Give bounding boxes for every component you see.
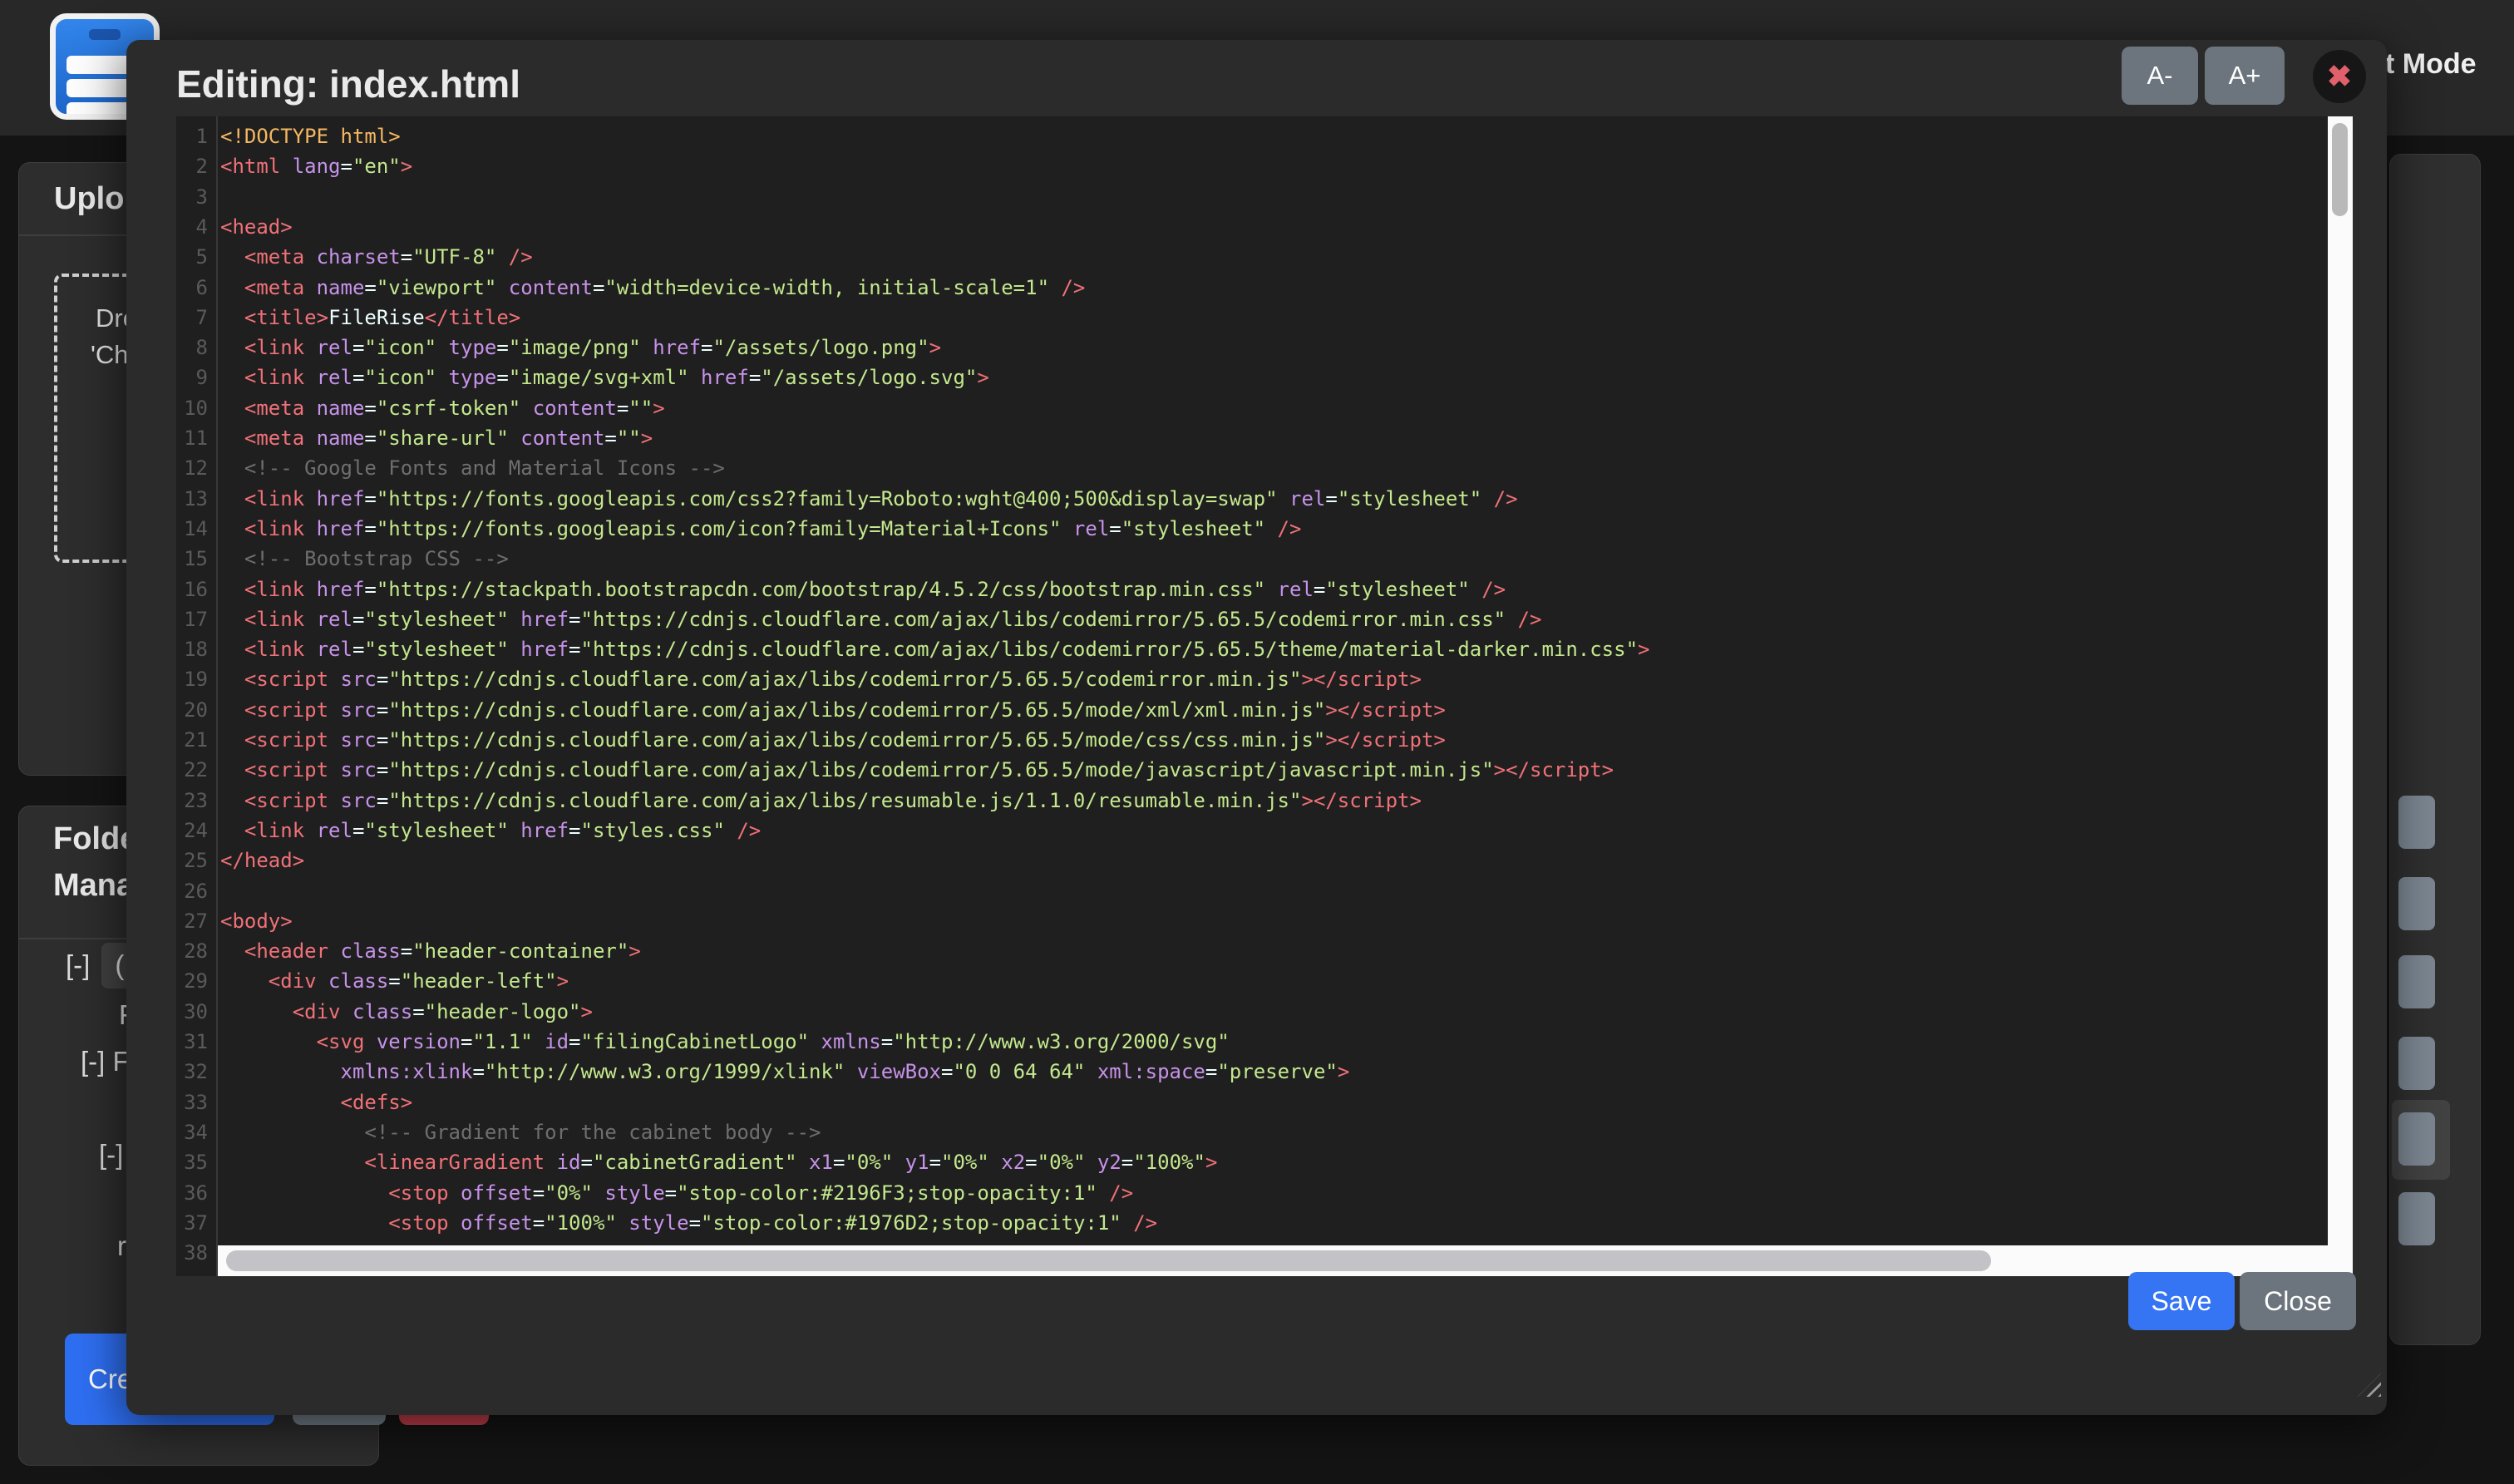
vertical-scrollbar-thumb[interactable]	[2332, 123, 2348, 216]
font-decrease-button[interactable]: A-	[2122, 47, 2198, 105]
code-line: 30 <div class="header-logo">	[176, 997, 2353, 1028]
code-line: 5 <meta charset="UTF-8" />	[176, 242, 2353, 273]
folder-tree-item[interactable]: r	[117, 1230, 126, 1262]
code-line: 10 <meta name="csrf-token" content="">	[176, 393, 2353, 424]
theme-mode-toggle-label[interactable]: t Mode	[2385, 48, 2477, 81]
right-side-panel	[2389, 154, 2481, 1345]
code-line: 32 xmlns:xlink="http://www.w3.org/1999/x…	[176, 1057, 2353, 1087]
folder-tree-item[interactable]: [-] F	[81, 1046, 130, 1077]
code-line: 4<head>	[176, 212, 2353, 243]
code-line: 3	[176, 182, 2353, 213]
panel-action-button[interactable]	[2398, 1037, 2435, 1090]
code-line: 14 <link href="https://fonts.googleapis.…	[176, 514, 2353, 545]
code-line: 20 <script src="https://cdnjs.cloudflare…	[176, 695, 2353, 726]
code-line: 37 <stop offset="100%" style="stop-color…	[176, 1208, 2353, 1239]
code-editor[interactable]: 1<!DOCTYPE html>2<html lang="en">34<head…	[176, 116, 2353, 1276]
code-line: 1<!DOCTYPE html>	[176, 121, 2353, 152]
horizontal-scrollbar-thumb[interactable]	[226, 1250, 1991, 1271]
code-line: 8 <link rel="icon" type="image/png" href…	[176, 333, 2353, 363]
logo-drawer-handle	[89, 29, 121, 40]
panel-action-button[interactable]	[2398, 796, 2435, 849]
font-increase-button[interactable]: A+	[2205, 47, 2285, 105]
code-line: 16 <link href="https://stackpath.bootstr…	[176, 574, 2353, 605]
code-line: 6 <meta name="viewport" content="width=d…	[176, 273, 2353, 303]
code-line: 22 <script src="https://cdnjs.cloudflare…	[176, 755, 2353, 786]
save-button[interactable]: Save	[2128, 1272, 2235, 1330]
close-icon[interactable]: ✖	[2313, 50, 2366, 103]
code-line: 7 <title>FileRise</title>	[176, 303, 2353, 333]
panel-action-button[interactable]	[2398, 955, 2435, 1008]
code-line: 13 <link href="https://fonts.googleapis.…	[176, 484, 2353, 515]
code-line: 28 <header class="header-container">	[176, 936, 2353, 967]
vertical-scrollbar-track[interactable]	[2328, 116, 2353, 1276]
panel-action-button[interactable]	[2398, 1192, 2435, 1245]
upload-card-title: Uplo	[54, 176, 124, 222]
code-line: 15 <!-- Bootstrap CSS -->	[176, 544, 2353, 574]
code-line: 33 <defs>	[176, 1087, 2353, 1118]
code-line: 2<html lang="en">	[176, 151, 2353, 182]
close-button[interactable]: Close	[2240, 1272, 2356, 1330]
resize-grip-icon[interactable]	[2358, 1373, 2381, 1397]
code-line: 11 <meta name="share-url" content="">	[176, 423, 2353, 454]
panel-action-button[interactable]	[2398, 877, 2435, 930]
dropzone-text-line2: 'Ch	[91, 340, 129, 370]
code-line: 29 <div class="header-left">	[176, 966, 2353, 997]
code-line: 23 <script src="https://cdnjs.cloudflare…	[176, 786, 2353, 816]
code-line: 18 <link rel="stylesheet" href="https://…	[176, 634, 2353, 665]
editor-modal: Editing: index.html A- A+ ✖ 1<!DOCTYPE h…	[126, 40, 2387, 1415]
panel-action-button[interactable]	[2398, 1112, 2435, 1166]
code-line: 9 <link rel="icon" type="image/svg+xml" …	[176, 362, 2353, 393]
code-line: 27<body>	[176, 906, 2353, 937]
code-line: 19 <script src="https://cdnjs.cloudflare…	[176, 664, 2353, 695]
folder-tree-item[interactable]: [-]	[99, 1139, 123, 1171]
code-line: 36 <stop offset="0%" style="stop-color:#…	[176, 1178, 2353, 1209]
folder-card-title-line2: Mana	[53, 868, 134, 904]
code-line: 24 <link rel="stylesheet" href="styles.c…	[176, 816, 2353, 846]
code-line: 21 <script src="https://cdnjs.cloudflare…	[176, 725, 2353, 756]
code-line: 31 <svg version="1.1" id="filingCabinetL…	[176, 1027, 2353, 1058]
code-line: 34 <!-- Gradient for the cabinet body --…	[176, 1117, 2353, 1148]
folder-card-title-line1: Folde	[53, 821, 137, 857]
code-line: 26	[176, 876, 2353, 907]
modal-title: Editing: index.html	[176, 62, 520, 106]
code-line: 17 <link rel="stylesheet" href="https://…	[176, 604, 2353, 635]
code-line: 35 <linearGradient id="cabinetGradient" …	[176, 1147, 2353, 1178]
code-line: 25</head>	[176, 846, 2353, 876]
code-line: 12 <!-- Google Fonts and Material Icons …	[176, 453, 2353, 484]
